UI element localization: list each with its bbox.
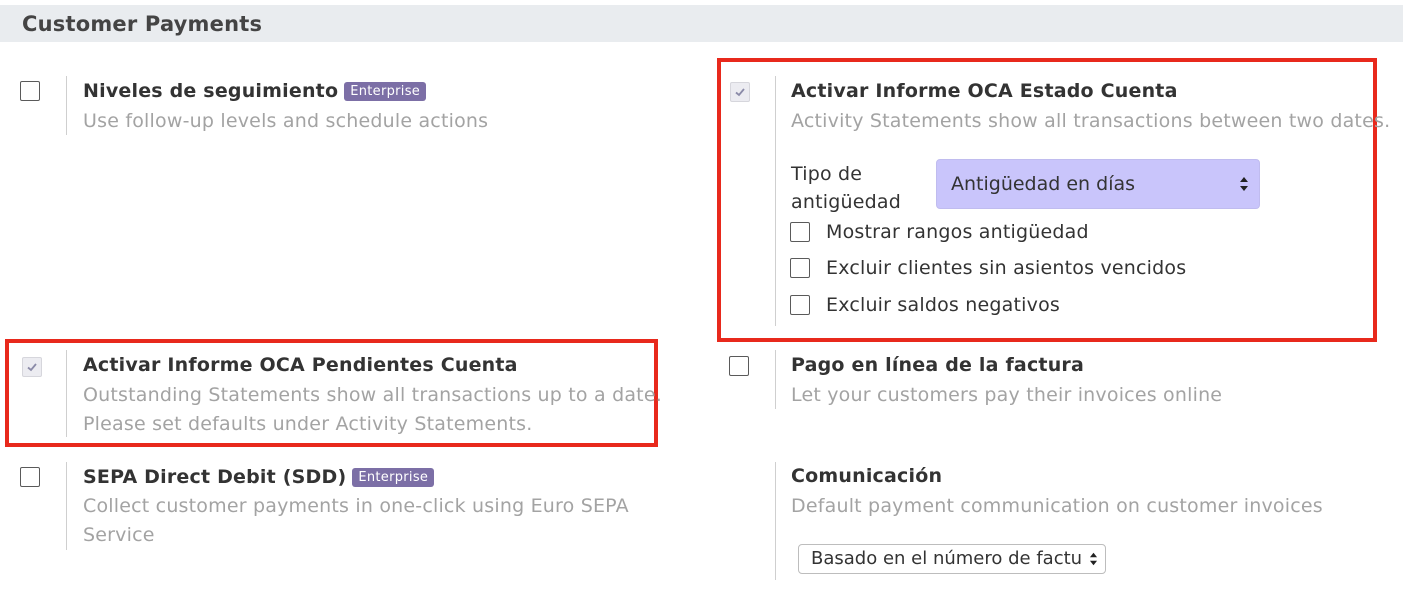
setting-divider — [66, 350, 67, 437]
communication-select[interactable]: Basado en el número de factura — [798, 544, 1106, 574]
setting-divider — [775, 350, 776, 409]
exclude-no-overdue-checkbox[interactable] — [790, 258, 810, 278]
outstanding-description-line1: Outstanding Statements show all transact… — [83, 384, 662, 406]
activity-statement-label: Activar Informe OCA Estado Cuenta — [791, 80, 1178, 102]
aging-type-select[interactable]: Antigüedad en días — [936, 159, 1260, 209]
outstanding-statement-checkbox[interactable] — [22, 357, 42, 377]
check-icon — [735, 88, 745, 97]
activity-statement-description: Activity Statements show all transaction… — [791, 110, 1391, 132]
section-title: Customer Payments — [22, 12, 263, 36]
sepa-checkbox[interactable] — [20, 467, 40, 487]
outstanding-description-line2: Please set defaults under Activity State… — [83, 413, 533, 435]
exclude-negative-balances-checkbox[interactable] — [790, 295, 810, 315]
activity-statement-checkbox[interactable] — [730, 82, 750, 102]
aging-type-label-line2: antigüedad — [791, 191, 901, 213]
section-header: Customer Payments — [0, 5, 1403, 42]
sepa-label-text: SEPA Direct Debit (SDD) — [83, 466, 347, 488]
sepa-label: SEPA Direct Debit (SDD) Enterprise — [83, 466, 435, 489]
sepa-description-line2: Service — [83, 524, 155, 546]
show-aging-ranges-checkbox[interactable] — [790, 222, 810, 242]
online-payment-label: Pago en línea de la factura — [791, 354, 1085, 376]
online-payment-description: Let your customers pay their invoices on… — [791, 384, 1223, 406]
outstanding-statement-description: Outstanding Statements show all transact… — [83, 381, 662, 439]
communication-label: Comunicación — [791, 465, 943, 487]
followup-checkbox[interactable] — [20, 81, 40, 101]
setting-divider — [66, 462, 67, 550]
enterprise-badge: Enterprise — [344, 82, 427, 101]
sepa-description: Collect customer payments in one-click u… — [83, 492, 629, 550]
communication-select-value: Basado en el número de factura — [811, 548, 1081, 569]
communication-description: Default payment communication on custome… — [791, 495, 1323, 517]
setting-divider — [66, 76, 67, 135]
outstanding-statement-label: Activar Informe OCA Pendientes Cuenta — [83, 354, 518, 376]
select-arrows-icon — [1240, 177, 1248, 191]
aging-type-value: Antigüedad en días — [951, 173, 1136, 195]
show-aging-ranges-label: Mostrar rangos antigüedad — [826, 221, 1089, 243]
aging-type-label: Tipo de antigüedad — [791, 160, 901, 216]
enterprise-badge: Enterprise — [352, 468, 435, 487]
check-icon — [27, 363, 37, 372]
setting-divider — [775, 76, 776, 326]
aging-type-label-line1: Tipo de — [791, 163, 863, 185]
select-arrows-icon — [1089, 552, 1098, 566]
exclude-negative-balances-label: Excluir saldos negativos — [826, 294, 1060, 316]
setting-divider — [775, 462, 776, 580]
sepa-description-line1: Collect customer payments in one-click u… — [83, 495, 629, 517]
followup-label: Niveles de seguimiento Enterprise — [83, 80, 427, 103]
online-payment-checkbox[interactable] — [729, 356, 749, 376]
followup-description: Use follow-up levels and schedule action… — [83, 110, 489, 132]
followup-label-text: Niveles de seguimiento — [83, 80, 339, 102]
exclude-no-overdue-label: Excluir clientes sin asientos vencidos — [826, 257, 1187, 279]
